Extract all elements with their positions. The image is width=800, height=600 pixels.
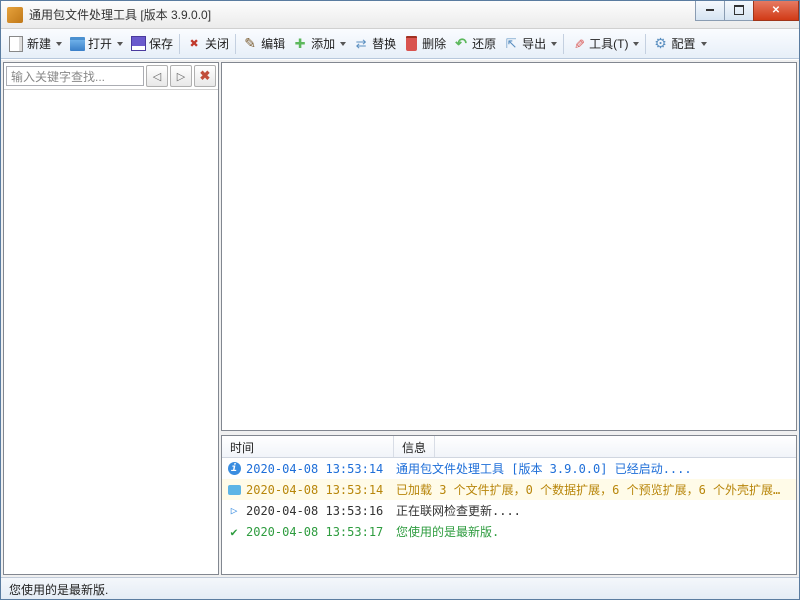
edit-button[interactable]: 编辑 bbox=[239, 33, 288, 54]
log-row[interactable]: 2020-04-08 13:53:14通用包文件处理工具 [版本 3.9.0.0… bbox=[222, 458, 796, 479]
log-row[interactable]: 2020-04-08 13:53:14已加载 3 个文件扩展，0 个数据扩展，6… bbox=[222, 479, 796, 500]
body: ◁ ▷ ✖ 时间 信息 2020-04-08 13:53:14通用包文件处理工具… bbox=[1, 59, 799, 577]
tools-label: 工具(T) bbox=[589, 35, 628, 52]
dropdown-icon bbox=[701, 42, 707, 46]
titlebar[interactable]: 通用包文件处理工具 [版本 3.9.0.0] bbox=[1, 1, 799, 29]
dropdown-icon bbox=[551, 42, 557, 46]
export-label: 导出 bbox=[522, 35, 546, 52]
replace-icon bbox=[353, 36, 369, 52]
new-button[interactable]: 新建 bbox=[5, 33, 65, 54]
content-area[interactable] bbox=[221, 62, 797, 431]
export-icon bbox=[503, 36, 519, 52]
delete-button[interactable]: 删除 bbox=[400, 33, 449, 54]
log-message: 通用包文件处理工具 [版本 3.9.0.0] 已经启动.... bbox=[396, 460, 792, 477]
save-label: 保存 bbox=[149, 35, 173, 52]
log-row[interactable]: 2020-04-08 13:53:16正在联网检查更新.... bbox=[222, 500, 796, 521]
close-label: 关闭 bbox=[205, 35, 229, 52]
delete-icon bbox=[403, 36, 419, 52]
restore-button[interactable]: 还原 bbox=[450, 33, 499, 54]
log-net-icon bbox=[226, 503, 242, 519]
log-warn-icon bbox=[226, 482, 242, 498]
log-time: 2020-04-08 13:53:14 bbox=[246, 483, 396, 497]
log-message: 正在联网检查更新.... bbox=[396, 502, 792, 519]
log-row[interactable]: 2020-04-08 13:53:17您使用的是最新版. bbox=[222, 521, 796, 542]
window-title: 通用包文件处理工具 [版本 3.9.0.0] bbox=[29, 6, 696, 23]
window-controls bbox=[696, 1, 799, 21]
close-button[interactable] bbox=[753, 1, 799, 21]
edit-icon bbox=[242, 36, 258, 52]
save-button[interactable]: 保存 bbox=[127, 33, 176, 54]
log-ok-icon bbox=[226, 524, 242, 540]
log-info-icon bbox=[226, 461, 242, 477]
search-row: ◁ ▷ ✖ bbox=[4, 63, 218, 90]
save-icon bbox=[130, 36, 146, 52]
delete-label: 删除 bbox=[422, 35, 446, 52]
open-label: 打开 bbox=[88, 35, 112, 52]
log-message: 已加载 3 个文件扩展，0 个数据扩展，6 个预览扩展，6 个外壳扩展，1 个.… bbox=[396, 481, 792, 498]
log-rows[interactable]: 2020-04-08 13:53:14通用包文件处理工具 [版本 3.9.0.0… bbox=[222, 458, 796, 574]
open-icon bbox=[69, 36, 85, 52]
log-time: 2020-04-08 13:53:14 bbox=[246, 462, 396, 476]
log-panel: 时间 信息 2020-04-08 13:53:14通用包文件处理工具 [版本 3… bbox=[221, 435, 797, 575]
app-icon bbox=[7, 7, 23, 23]
new-label: 新建 bbox=[27, 35, 51, 52]
open-button[interactable]: 打开 bbox=[66, 33, 126, 54]
tool-icon bbox=[570, 36, 586, 52]
add-icon bbox=[292, 36, 308, 52]
gear-icon bbox=[652, 36, 668, 52]
replace-label: 替换 bbox=[372, 35, 396, 52]
log-time: 2020-04-08 13:53:17 bbox=[246, 525, 396, 539]
col-message[interactable]: 信息 bbox=[394, 436, 435, 457]
right-pane: 时间 信息 2020-04-08 13:53:14通用包文件处理工具 [版本 3… bbox=[221, 62, 797, 575]
close-file-button[interactable]: 关闭 bbox=[183, 33, 232, 54]
clear-button[interactable]: ✖ bbox=[194, 65, 216, 87]
edit-label: 编辑 bbox=[261, 35, 285, 52]
config-button[interactable]: 配置 bbox=[649, 33, 709, 54]
col-time[interactable]: 时间 bbox=[222, 436, 394, 457]
separator bbox=[235, 34, 236, 54]
close-icon bbox=[186, 36, 202, 52]
dropdown-icon bbox=[56, 42, 62, 46]
tools-button[interactable]: 工具(T) bbox=[567, 33, 642, 54]
dropdown-icon bbox=[117, 42, 123, 46]
replace-button[interactable]: 替换 bbox=[350, 33, 399, 54]
search-input[interactable] bbox=[6, 66, 144, 86]
separator bbox=[563, 34, 564, 54]
export-button[interactable]: 导出 bbox=[500, 33, 560, 54]
add-label: 添加 bbox=[311, 35, 335, 52]
log-message: 您使用的是最新版. bbox=[396, 523, 792, 540]
dropdown-icon bbox=[633, 42, 639, 46]
prev-button[interactable]: ◁ bbox=[146, 65, 168, 87]
separator bbox=[645, 34, 646, 54]
app-window: 通用包文件处理工具 [版本 3.9.0.0] 新建 打开 保存 关闭 编辑 添加… bbox=[0, 0, 800, 600]
new-icon bbox=[8, 36, 24, 52]
left-pane: ◁ ▷ ✖ bbox=[3, 62, 219, 575]
config-label: 配置 bbox=[671, 35, 695, 52]
minimize-button[interactable] bbox=[695, 1, 725, 21]
next-button[interactable]: ▷ bbox=[170, 65, 192, 87]
add-button[interactable]: 添加 bbox=[289, 33, 349, 54]
toolbar: 新建 打开 保存 关闭 编辑 添加 替换 删除 还原 导出 工具(T) 配置 bbox=[1, 29, 799, 59]
restore-label: 还原 bbox=[472, 35, 496, 52]
log-header: 时间 信息 bbox=[222, 436, 796, 458]
dropdown-icon bbox=[340, 42, 346, 46]
maximize-button[interactable] bbox=[724, 1, 754, 21]
separator bbox=[179, 34, 180, 54]
restore-icon bbox=[453, 36, 469, 52]
tree-view[interactable] bbox=[4, 90, 218, 574]
statusbar: 您使用的是最新版. bbox=[1, 577, 799, 599]
status-text: 您使用的是最新版. bbox=[9, 583, 108, 597]
log-time: 2020-04-08 13:53:16 bbox=[246, 504, 396, 518]
